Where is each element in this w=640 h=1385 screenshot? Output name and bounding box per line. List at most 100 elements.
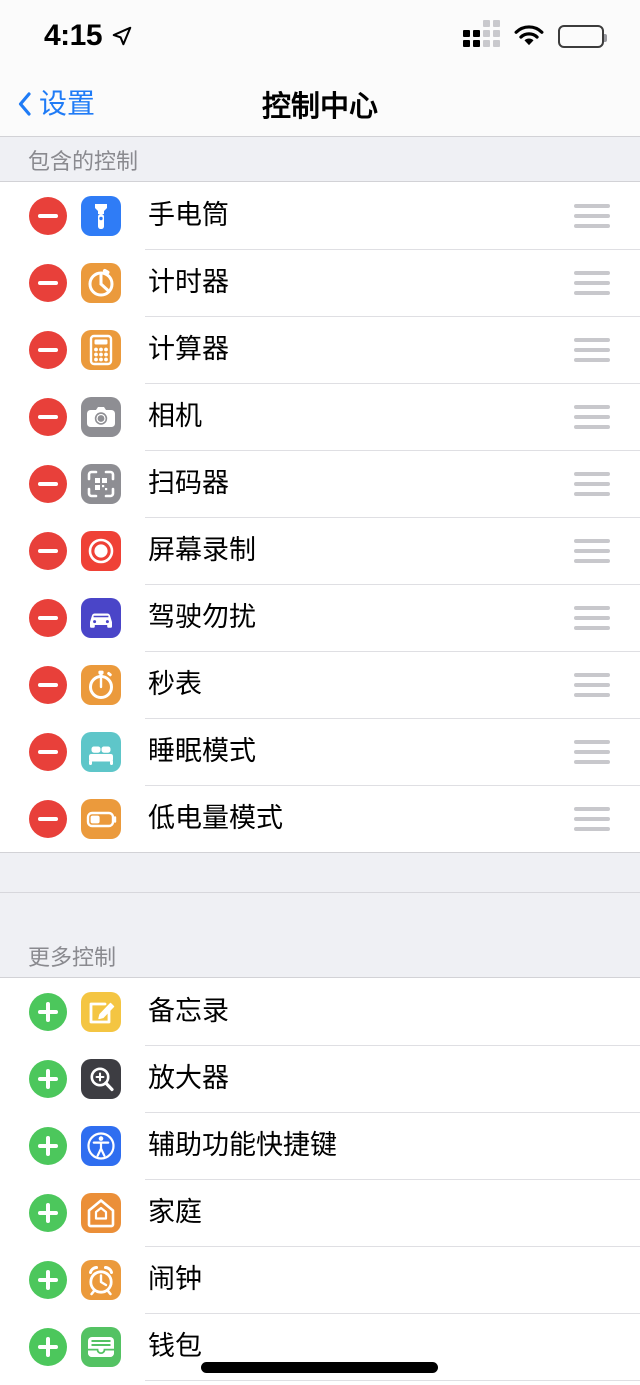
minus-icon xyxy=(38,682,58,687)
reorder-drag-handle[interactable] xyxy=(574,404,610,429)
camera-icon xyxy=(81,396,121,437)
remove-control-button[interactable] xyxy=(29,598,67,637)
status-bar: 4:15 xyxy=(0,0,640,72)
control-row-label: 驾驶勿扰 xyxy=(148,602,256,632)
add-control-button[interactable] xyxy=(29,1059,67,1098)
bed-icon xyxy=(81,731,121,772)
control-row-label: 家庭 xyxy=(148,1197,202,1227)
plus-icon-vertical xyxy=(46,1269,50,1290)
remove-control-button[interactable] xyxy=(29,397,67,436)
control-row[interactable]: 屏幕录制 xyxy=(0,517,640,584)
section-header-label: 包含的控制 xyxy=(28,149,139,174)
remove-control-button[interactable] xyxy=(29,799,67,838)
magnifier-icon xyxy=(81,1058,121,1099)
control-row[interactable]: 手电筒 xyxy=(0,182,640,249)
home-icon xyxy=(81,1192,121,1233)
control-row-label: 闹钟 xyxy=(148,1264,202,1294)
control-row-label: 屏幕录制 xyxy=(148,535,256,565)
status-bar-time: 4:15 xyxy=(44,19,103,52)
car-icon xyxy=(81,597,121,638)
control-row-label: 计时器 xyxy=(148,267,229,297)
wifi-icon xyxy=(514,25,544,47)
reorder-drag-handle[interactable] xyxy=(574,203,610,228)
reorder-drag-handle[interactable] xyxy=(574,739,610,764)
control-row-label: 秒表 xyxy=(148,669,202,699)
plus-icon-vertical xyxy=(46,1202,50,1223)
included-controls-list: 手电筒计时器计算器相机扫码器屏幕录制驾驶勿扰秒表睡眠模式低电量模式 xyxy=(0,182,640,852)
add-control-button[interactable] xyxy=(29,1260,67,1299)
control-row-label: 扫码器 xyxy=(148,468,229,498)
home-indicator-bar xyxy=(201,1362,438,1373)
add-control-button[interactable] xyxy=(29,1327,67,1366)
control-row-label: 低电量模式 xyxy=(148,803,283,833)
control-row-label: 备忘录 xyxy=(148,996,229,1026)
stopwatch-icon xyxy=(81,664,121,705)
remove-control-button[interactable] xyxy=(29,263,67,302)
control-row[interactable]: 备忘录 xyxy=(0,978,640,1045)
reorder-drag-handle[interactable] xyxy=(574,806,610,831)
alarm-clock-icon xyxy=(81,1259,121,1300)
control-row-label: 睡眠模式 xyxy=(148,736,256,766)
control-row[interactable]: 家庭 xyxy=(0,1179,640,1246)
control-row[interactable]: 闹钟 xyxy=(0,1246,640,1313)
control-row[interactable]: 放大器 xyxy=(0,1045,640,1112)
location-arrow-icon xyxy=(111,25,133,47)
reorder-drag-handle[interactable] xyxy=(574,471,610,496)
wallet-icon xyxy=(81,1326,121,1367)
screen-record-icon xyxy=(81,530,121,571)
control-row-label: 相机 xyxy=(148,401,202,431)
remove-control-button[interactable] xyxy=(29,196,67,235)
back-button[interactable]: 设置 xyxy=(18,90,95,118)
reorder-drag-handle[interactable] xyxy=(574,672,610,697)
control-row-label: 手电筒 xyxy=(148,200,229,230)
minus-icon xyxy=(38,481,58,486)
control-row-label: 放大器 xyxy=(148,1063,229,1093)
minus-icon xyxy=(38,615,58,620)
control-row-label: 辅助功能快捷键 xyxy=(148,1130,337,1160)
minus-icon xyxy=(38,548,58,553)
add-control-button[interactable] xyxy=(29,992,67,1031)
control-row-label: 计算器 xyxy=(148,334,229,364)
qr-scanner-icon xyxy=(81,463,121,504)
notes-icon xyxy=(81,991,121,1032)
minus-icon xyxy=(38,347,58,352)
minus-icon xyxy=(38,816,58,821)
chevron-left-icon xyxy=(18,92,31,116)
minus-icon xyxy=(38,414,58,419)
remove-control-button[interactable] xyxy=(29,330,67,369)
add-control-button[interactable] xyxy=(29,1126,67,1165)
minus-icon xyxy=(38,749,58,754)
navigation-bar: 设置 控制中心 xyxy=(0,72,640,136)
low-battery-icon xyxy=(81,798,121,839)
plus-icon-vertical xyxy=(46,1001,50,1022)
control-row[interactable]: 低电量模式 xyxy=(0,785,640,852)
cellular-signal-icon xyxy=(463,20,500,47)
control-row[interactable]: 睡眠模式 xyxy=(0,718,640,785)
reorder-drag-handle[interactable] xyxy=(574,538,610,563)
remove-control-button[interactable] xyxy=(29,732,67,771)
section-header-included: 包含的控制 xyxy=(0,136,640,182)
control-row[interactable]: 计算器 xyxy=(0,316,640,383)
reorder-drag-handle[interactable] xyxy=(574,337,610,362)
status-bar-right xyxy=(463,20,607,48)
control-row[interactable]: 秒表 xyxy=(0,651,640,718)
remove-control-button[interactable] xyxy=(29,665,67,704)
control-row[interactable]: 驾驶勿扰 xyxy=(0,584,640,651)
control-row[interactable]: 辅助功能快捷键 xyxy=(0,1112,640,1179)
section-header-label: 更多控制 xyxy=(28,945,117,970)
status-bar-left: 4:15 xyxy=(44,21,133,51)
control-row[interactable]: 相机 xyxy=(0,383,640,450)
section-gap xyxy=(0,852,640,892)
reorder-drag-handle[interactable] xyxy=(574,605,610,630)
control-row[interactable]: 扫码器 xyxy=(0,450,640,517)
control-row[interactable]: 深色模式 xyxy=(0,1380,640,1385)
remove-control-button[interactable] xyxy=(29,464,67,503)
add-control-button[interactable] xyxy=(29,1193,67,1232)
back-button-label: 设置 xyxy=(39,88,96,119)
plus-icon-vertical xyxy=(46,1336,50,1357)
control-row[interactable]: 计时器 xyxy=(0,249,640,316)
reorder-drag-handle[interactable] xyxy=(574,270,610,295)
page-title: 控制中心 xyxy=(261,91,378,123)
control-row-label: 钱包 xyxy=(148,1331,202,1361)
remove-control-button[interactable] xyxy=(29,531,67,570)
